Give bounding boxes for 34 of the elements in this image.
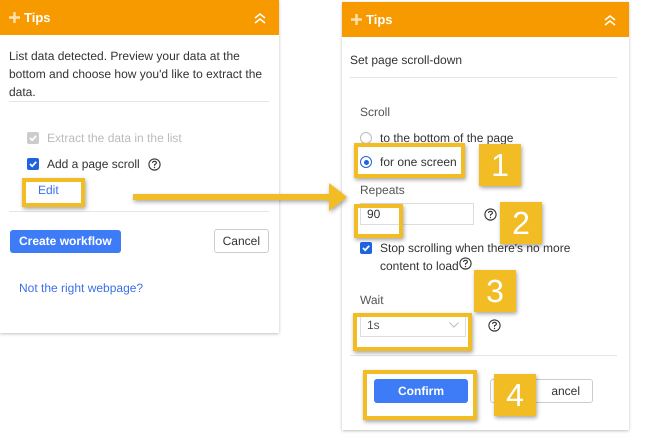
highlight-frame: [354, 204, 403, 238]
edit-link[interactable]: Edit: [38, 183, 59, 197]
repeats-label: Repeats: [360, 183, 406, 197]
option-label: Add a page scroll: [47, 157, 140, 171]
help-icon[interactable]: [148, 158, 161, 170]
option-label: Extract the data in the list: [47, 131, 182, 145]
step-badge: 2: [500, 202, 542, 244]
step-badge: 3: [474, 270, 516, 312]
radio-button[interactable]: [360, 156, 372, 168]
checkbox[interactable]: [360, 242, 372, 254]
help-icon[interactable]: [458, 257, 472, 270]
highlight-frame: [22, 178, 85, 207]
radio-label: to the bottom of the page: [380, 131, 514, 145]
description-text: List data detected. Preview your data at the bottom and choose how you'd like to extract the data.: [9, 48, 264, 101]
panel-title: Tips: [24, 10, 50, 25]
scroll-label: Scroll: [360, 105, 392, 119]
cancel-button[interactable]: Cancel: [214, 229, 269, 253]
repeats-field[interactable]: 90: [360, 203, 474, 225]
checkbox[interactable]: [27, 158, 39, 170]
radio-button[interactable]: [360, 132, 372, 144]
help-icon[interactable]: [484, 208, 497, 220]
step-badge: 4: [494, 374, 536, 416]
wrong-page-link[interactable]: Not the right webpage?: [19, 281, 144, 295]
plus-icon: [351, 14, 362, 25]
panel-title: Tips: [366, 12, 392, 27]
caret-icon: [449, 322, 459, 328]
radio-label: for one screen: [380, 155, 457, 169]
wait-label: Wait: [360, 293, 385, 307]
step-badge: 1: [479, 144, 521, 186]
panel-subtitle: Set page scroll-down: [350, 52, 464, 68]
help-icon[interactable]: [488, 318, 501, 332]
create-workflow-button[interactable]: Create workflow: [10, 230, 121, 252]
plus-icon: [9, 12, 20, 23]
confirm-button[interactable]: Confirm: [374, 379, 468, 403]
